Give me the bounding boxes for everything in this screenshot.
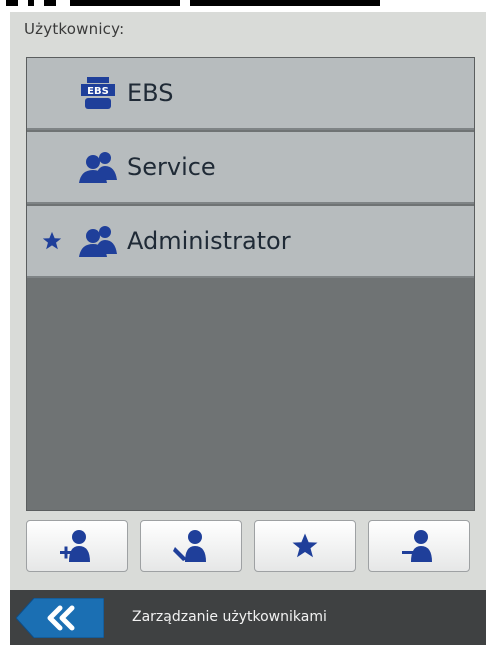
users-list: EBS EBS Service Administrator xyxy=(26,57,475,511)
users-header: Użytkownicy: xyxy=(24,20,125,38)
user-row-administrator[interactable]: Administrator xyxy=(27,206,474,278)
favorite-user-button[interactable] xyxy=(254,520,356,572)
double-chevron-left-icon xyxy=(15,597,105,639)
users-icon xyxy=(77,150,119,184)
edit-user-button[interactable] xyxy=(140,520,242,572)
remove-user-button[interactable] xyxy=(368,520,470,572)
svg-text:EBS: EBS xyxy=(87,86,109,97)
top-cropped-strip xyxy=(0,0,486,12)
add-user-icon xyxy=(60,530,90,562)
user-row-ebs[interactable]: EBS EBS xyxy=(27,58,474,130)
bottom-bar: Zarządzanie użytkownikami xyxy=(10,590,486,645)
users-icon xyxy=(77,224,119,258)
star-icon xyxy=(292,533,318,558)
back-button[interactable] xyxy=(15,597,105,639)
ebs-user-icon: EBS xyxy=(77,76,119,110)
add-user-button[interactable] xyxy=(26,520,128,572)
user-label: Administrator xyxy=(127,227,291,255)
user-label: Service xyxy=(127,153,216,181)
user-row-service[interactable]: Service xyxy=(27,132,474,204)
user-management-screen: Użytkownicy: EBS EBS Service Administrat… xyxy=(10,12,486,645)
star-icon xyxy=(41,230,63,252)
screen-title: Zarządzanie użytkownikami xyxy=(132,609,327,625)
edit-user-icon xyxy=(173,530,206,562)
remove-user-icon xyxy=(402,530,432,562)
user-toolbar xyxy=(26,520,478,576)
user-label: EBS xyxy=(127,79,174,107)
